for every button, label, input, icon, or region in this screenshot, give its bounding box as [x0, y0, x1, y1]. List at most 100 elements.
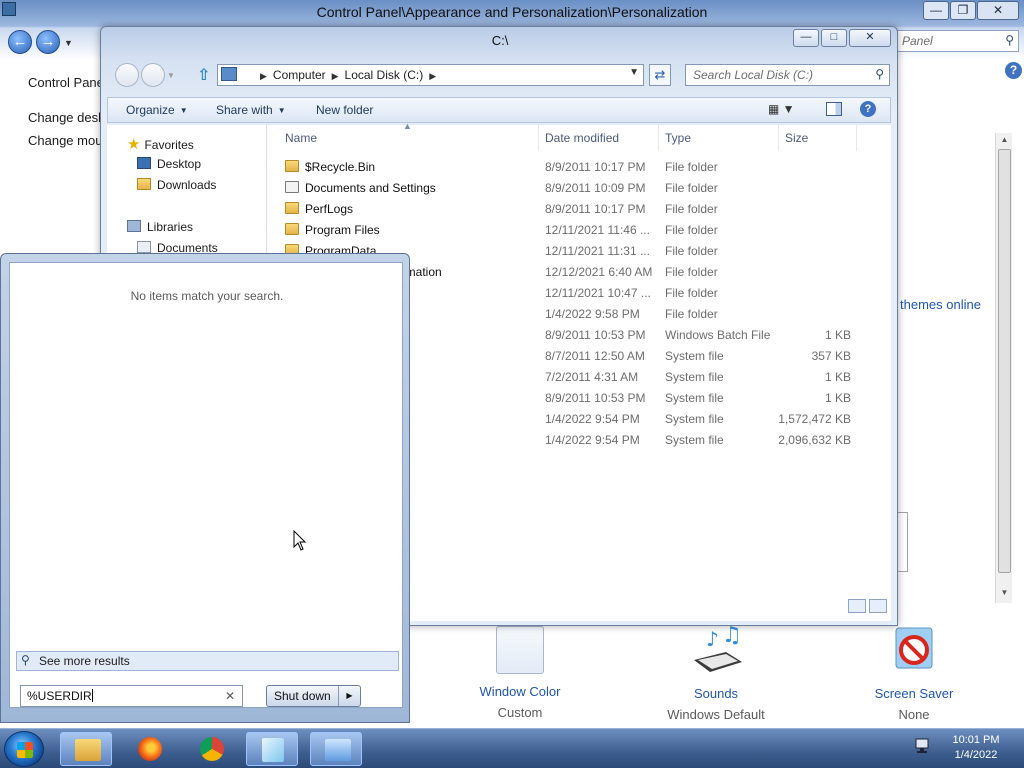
shut-down-button[interactable]: Shut down ▶	[266, 685, 361, 707]
folder-icon	[285, 160, 299, 172]
recent-pages-icon[interactable]: ▼	[64, 38, 73, 48]
scroll-up-icon[interactable]: ▲	[996, 135, 1013, 144]
nav-libraries[interactable]: Libraries	[127, 220, 193, 234]
control-panel-search-input[interactable]: Panel ⚲	[895, 30, 1019, 52]
help-icon[interactable]: ?	[1005, 62, 1022, 79]
restore-button[interactable]: ❐	[950, 1, 976, 20]
breadcrumb-computer[interactable]: Computer	[273, 68, 326, 82]
mouse-cursor-icon	[293, 530, 307, 551]
sidebar-item-mouse-pointers[interactable]: Change mou	[28, 133, 102, 148]
forward-arrow-icon[interactable]: →	[36, 30, 60, 54]
file-row[interactable]: Program Files 12/11/2021 11:46 ... File fo…	[267, 220, 891, 241]
star-icon: ★	[127, 136, 141, 153]
window-color-item[interactable]: Window Color Custom	[470, 626, 570, 720]
back-icon[interactable]	[115, 63, 139, 87]
up-folder-icon[interactable]: ⇧	[197, 65, 210, 85]
taskbar-control-panel[interactable]	[310, 732, 362, 766]
notepad-icon	[262, 738, 284, 762]
explorer-maximize-button[interactable]: □	[821, 29, 847, 47]
clear-search-icon[interactable]: ✕	[225, 689, 235, 703]
breadcrumb-chevron-icon[interactable]: ▶	[260, 71, 267, 81]
column-header-name[interactable]: Name	[285, 125, 539, 151]
clock-time: 10:01 PM	[952, 734, 1000, 746]
new-folder-button[interactable]: New folder	[316, 103, 373, 117]
breadcrumb-chevron-icon[interactable]: ▶	[332, 71, 339, 81]
folder-icon	[285, 202, 299, 214]
refresh-icon[interactable]: ⇄	[649, 64, 671, 86]
explorer-nav-buttons: ▼	[115, 63, 175, 87]
screen-saver-value: None	[898, 707, 930, 722]
sounds-icon: ♪ ♫	[686, 623, 746, 680]
window-color-value: Custom	[497, 705, 543, 720]
details-view-icon[interactable]	[848, 599, 866, 613]
sounds-item[interactable]: ♪ ♫ Sounds Windows Default	[660, 623, 772, 722]
large-icons-view-icon[interactable]	[869, 599, 887, 613]
system-clock[interactable]: 10:01 PM 1/4/2022	[940, 733, 1012, 763]
back-arrow-icon[interactable]: ←	[8, 30, 32, 54]
preview-pane-icon[interactable]	[826, 102, 842, 116]
chrome-icon	[200, 737, 224, 761]
nav-desktop[interactable]: Desktop	[137, 157, 201, 171]
column-header-type[interactable]: Type	[665, 125, 779, 151]
taskbar: 10:01 PM 1/4/2022	[0, 728, 1024, 768]
shortcut-folder-icon	[285, 181, 299, 193]
nav-downloads[interactable]: Downloads	[137, 178, 216, 192]
search-results-pane: No items match your search. ⚲ See more r…	[9, 262, 403, 708]
sidebar-item-desktop-icons[interactable]: Change desk	[28, 110, 105, 125]
libraries-icon	[127, 220, 141, 232]
screen-saver-item[interactable]: Screen Saver None	[864, 624, 964, 722]
taskbar-chrome[interactable]	[186, 732, 238, 766]
network-icon[interactable]	[912, 735, 934, 757]
taskbar-notepad[interactable]	[246, 732, 298, 766]
share-with-button[interactable]: Share with ▼	[216, 103, 286, 117]
svg-text:♪: ♪	[706, 627, 719, 651]
scroll-down-icon[interactable]: ▼	[996, 588, 1013, 597]
file-row[interactable]: $Recycle.Bin 8/9/2011 10:17 PM File folder	[267, 157, 891, 178]
nav-favorites[interactable]: ★ Favorites	[127, 135, 194, 153]
screen-saver-label[interactable]: Screen Saver	[864, 686, 964, 701]
explorer-search-input[interactable]: Search Local Disk (C:) ⚲	[685, 64, 890, 86]
firefox-icon	[138, 737, 162, 761]
windows-logo-icon	[17, 742, 33, 758]
close-button[interactable]: ✕	[977, 1, 1019, 20]
explorer-close-button[interactable]: ✕	[849, 29, 891, 47]
taskbar-firefox[interactable]	[124, 732, 176, 766]
search-icon[interactable]: ⚲	[1005, 33, 1014, 47]
address-bar[interactable]: ▶ Computer ▶ Local Disk (C:) ▶ ▼	[217, 64, 644, 86]
history-icon[interactable]: ▼	[167, 71, 175, 80]
folder-icon	[285, 223, 299, 235]
file-row[interactable]: PerfLogs 8/9/2011 10:17 PM File folder	[267, 199, 891, 220]
view-options-icon[interactable]: ▦ ▼	[768, 102, 795, 116]
organize-button[interactable]: Organize ▼	[126, 103, 188, 117]
control-panel-titlebar[interactable]: Control Panel\Appearance and Personaliza…	[0, 0, 1024, 26]
start-menu: No items match your search. ⚲ See more r…	[0, 253, 410, 723]
column-header-date[interactable]: Date modified	[545, 125, 659, 151]
minimize-button[interactable]: —	[923, 1, 949, 20]
shutdown-options-icon[interactable]: ▶	[338, 686, 360, 706]
sounds-label[interactable]: Sounds	[660, 686, 772, 701]
breadcrumb-local-disk[interactable]: Local Disk (C:)	[345, 68, 424, 82]
search-icon[interactable]: ⚲	[875, 67, 884, 81]
file-row[interactable]: Documents and Settings 8/9/2011 10:09 PM F…	[267, 178, 891, 199]
control-panel-scrollbar[interactable]: ▲ ▼	[995, 133, 1012, 603]
sidebar-item-home[interactable]: Control Pane	[28, 75, 104, 90]
window-color-label[interactable]: Window Color	[470, 684, 570, 699]
downloads-folder-icon	[137, 178, 151, 190]
explorer-minimize-button[interactable]: —	[793, 29, 819, 47]
taskbar-explorer[interactable]	[60, 732, 112, 766]
start-button[interactable]	[4, 731, 44, 767]
start-search-input[interactable]: %USERDIR ✕	[20, 685, 243, 707]
scroll-thumb[interactable]	[998, 149, 1011, 573]
svg-text:♫: ♫	[722, 624, 742, 648]
column-header-size[interactable]: Size	[785, 125, 857, 151]
sounds-value: Windows Default	[667, 707, 765, 722]
clock-date: 1/4/2022	[954, 749, 998, 761]
forward-icon[interactable]	[141, 63, 165, 87]
explorer-icon	[75, 739, 101, 761]
see-more-results-link[interactable]: ⚲ See more results	[16, 651, 399, 671]
help-icon[interactable]: ?	[860, 101, 876, 117]
breadcrumb-chevron-icon[interactable]: ▶	[429, 71, 436, 81]
get-more-themes-link[interactable]: themes online	[900, 297, 981, 312]
address-dropdown-icon[interactable]: ▼	[629, 67, 639, 78]
explorer-title: C:\	[491, 33, 509, 48]
